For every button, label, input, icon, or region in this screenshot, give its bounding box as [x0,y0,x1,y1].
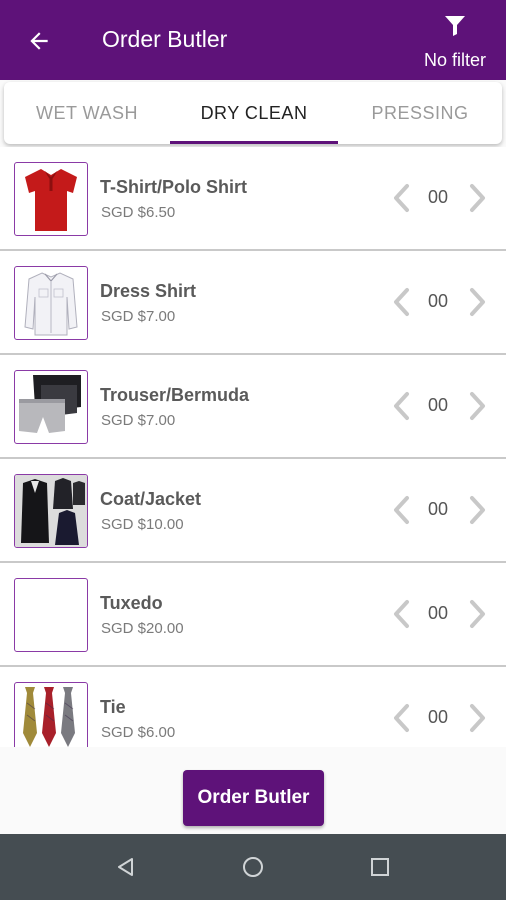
item-price: SGD $7.00 [101,412,176,429]
chevron-right-icon [470,496,485,524]
decrease-quantity-button[interactable] [388,389,414,423]
item-image [14,266,88,340]
chevron-left-icon [394,600,409,628]
tab-dry-clean[interactable]: DRY CLEAN [170,82,338,144]
list-item: Coat/Jacket SGD $10.00 00 [0,459,506,563]
arrow-left-icon [30,32,48,50]
increase-quantity-button[interactable] [465,493,491,527]
increase-quantity-button[interactable] [465,181,491,215]
decrease-quantity-button[interactable] [388,285,414,319]
increase-quantity-button[interactable] [465,597,491,631]
quantity-value: 00 [427,395,449,415]
item-name: Coat/Jacket [100,489,202,509]
chevron-left-icon [394,392,409,420]
item-name: Tie [100,697,126,717]
decrease-quantity-button[interactable] [388,597,414,631]
app-bar: Order Butler No filter [0,0,506,80]
item-price: SGD $6.50 [101,204,176,221]
nav-home-button[interactable] [237,851,269,883]
quantity-value: 00 [427,603,449,623]
quantity-value: 00 [427,187,449,207]
item-image [14,162,88,236]
item-image [14,370,88,444]
list-item: Tie SGD $6.00 00 [0,667,506,747]
item-image [14,682,88,747]
list-item: Dress Shirt SGD $7.00 00 [0,251,506,355]
item-name: T-Shirt/Polo Shirt [100,177,247,197]
item-name: Dress Shirt [100,281,197,301]
chevron-left-icon [394,496,409,524]
tab-pressing[interactable]: PRESSING [338,82,502,144]
increase-quantity-button[interactable] [465,389,491,423]
triangle-back-icon [118,858,133,876]
system-nav-bar [0,834,506,900]
back-button[interactable] [22,24,56,58]
decrease-quantity-button[interactable] [388,701,414,735]
nav-back-button[interactable] [110,851,142,883]
increase-quantity-button[interactable] [465,701,491,735]
footer: Order Butler [0,748,506,834]
list-item: Trouser/Bermuda SGD $7.00 00 [0,355,506,459]
circle-home-icon [243,857,263,877]
item-name: Tuxedo [100,593,163,613]
chevron-left-icon [394,184,409,212]
filter-button[interactable]: No filter [406,12,486,74]
nav-recents-button[interactable] [364,851,396,883]
chevron-left-icon [394,288,409,316]
chevron-right-icon [470,704,485,732]
quantity-value: 00 [427,499,449,519]
item-price: SGD $20.00 [101,620,184,637]
filter-icon [445,16,465,36]
quantity-value: 00 [427,291,449,311]
item-image [14,474,88,548]
chevron-right-icon [470,600,485,628]
item-price: SGD $6.00 [101,724,176,741]
list-item: Tuxedo SGD $20.00 00 [0,563,506,667]
chevron-left-icon [394,704,409,732]
quantity-value: 00 [427,707,449,727]
item-price: SGD $10.00 [101,516,184,533]
app-title: Order Butler [102,26,228,52]
chevron-right-icon [470,288,485,316]
tab-wet-wash[interactable]: WET WASH [4,82,170,144]
active-tab-indicator [170,141,338,144]
chevron-right-icon [470,392,485,420]
item-price: SGD $7.00 [101,308,176,325]
category-tabs: WET WASH DRY CLEAN PRESSING [4,82,502,144]
chevron-right-icon [470,184,485,212]
order-butler-button[interactable]: Order Butler [183,770,324,826]
item-list[interactable]: T-Shirt/Polo Shirt SGD $6.50 00 Dress Sh… [0,147,506,747]
increase-quantity-button[interactable] [465,285,491,319]
item-image [14,578,88,652]
decrease-quantity-button[interactable] [388,181,414,215]
item-name: Trouser/Bermuda [100,385,250,405]
decrease-quantity-button[interactable] [388,493,414,527]
filter-label: No filter [423,50,486,70]
square-recents-icon [371,858,389,876]
list-item: T-Shirt/Polo Shirt SGD $6.50 00 [0,147,506,251]
